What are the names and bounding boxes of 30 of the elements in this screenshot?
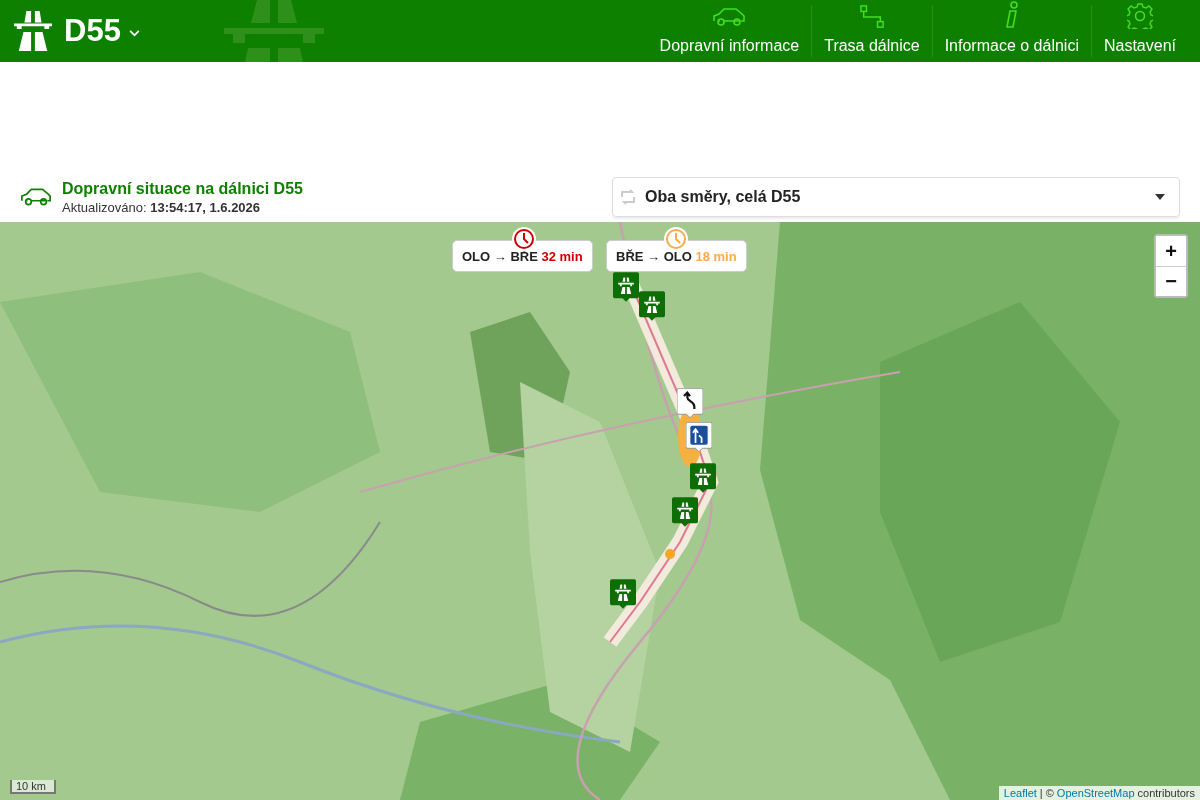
openstreetmap-link[interactable]: OpenStreetMap — [1056, 787, 1135, 799]
settings-icon — [1126, 3, 1153, 29]
travel-time-label[interactable]: BŘE → OLO 18 min — [606, 240, 747, 272]
motorway-icon — [14, 11, 52, 51]
attribution-separator: | © — [1039, 787, 1054, 799]
caret-icon[interactable] — [128, 29, 140, 37]
detour-marker[interactable] — [677, 388, 703, 418]
nav-link[interactable]: Nastavení — [1091, 0, 1188, 62]
car-icon — [20, 187, 52, 207]
updated-time: 13:54:17, 1.6.2026 — [150, 199, 261, 215]
car-icon — [712, 5, 747, 29]
travel-time-label[interactable]: OLO → BŘE 32 min — [452, 240, 593, 272]
section-title: Dopravní situace na dálnici D55 — [62, 179, 303, 198]
nav-link[interactable]: Dopravní informace — [647, 0, 812, 62]
leaflet-link[interactable]: Leaflet — [1003, 787, 1037, 799]
caret-icon — [1155, 194, 1165, 200]
swap-icon — [619, 188, 637, 206]
map-scale: 10 km — [10, 780, 56, 794]
attribution-text: contributors — [1137, 787, 1195, 799]
zoom-out-button[interactable]: − — [1156, 266, 1186, 296]
nav-link[interactable]: Trasa dálnice — [812, 0, 932, 62]
highway-title[interactable]: D55 — [64, 13, 121, 49]
nav-link[interactable]: Informace o dálnici — [932, 0, 1091, 62]
info-icon — [1003, 1, 1020, 29]
clock-icon — [663, 226, 689, 252]
updated-label: Aktualizováno: — [62, 199, 147, 215]
motorway-icon — [223, 0, 324, 62]
direction-dropdown[interactable]: Oba směry, celá D55 — [612, 177, 1180, 217]
lane-sign-marker[interactable] — [686, 422, 712, 452]
clock-icon — [511, 226, 537, 252]
